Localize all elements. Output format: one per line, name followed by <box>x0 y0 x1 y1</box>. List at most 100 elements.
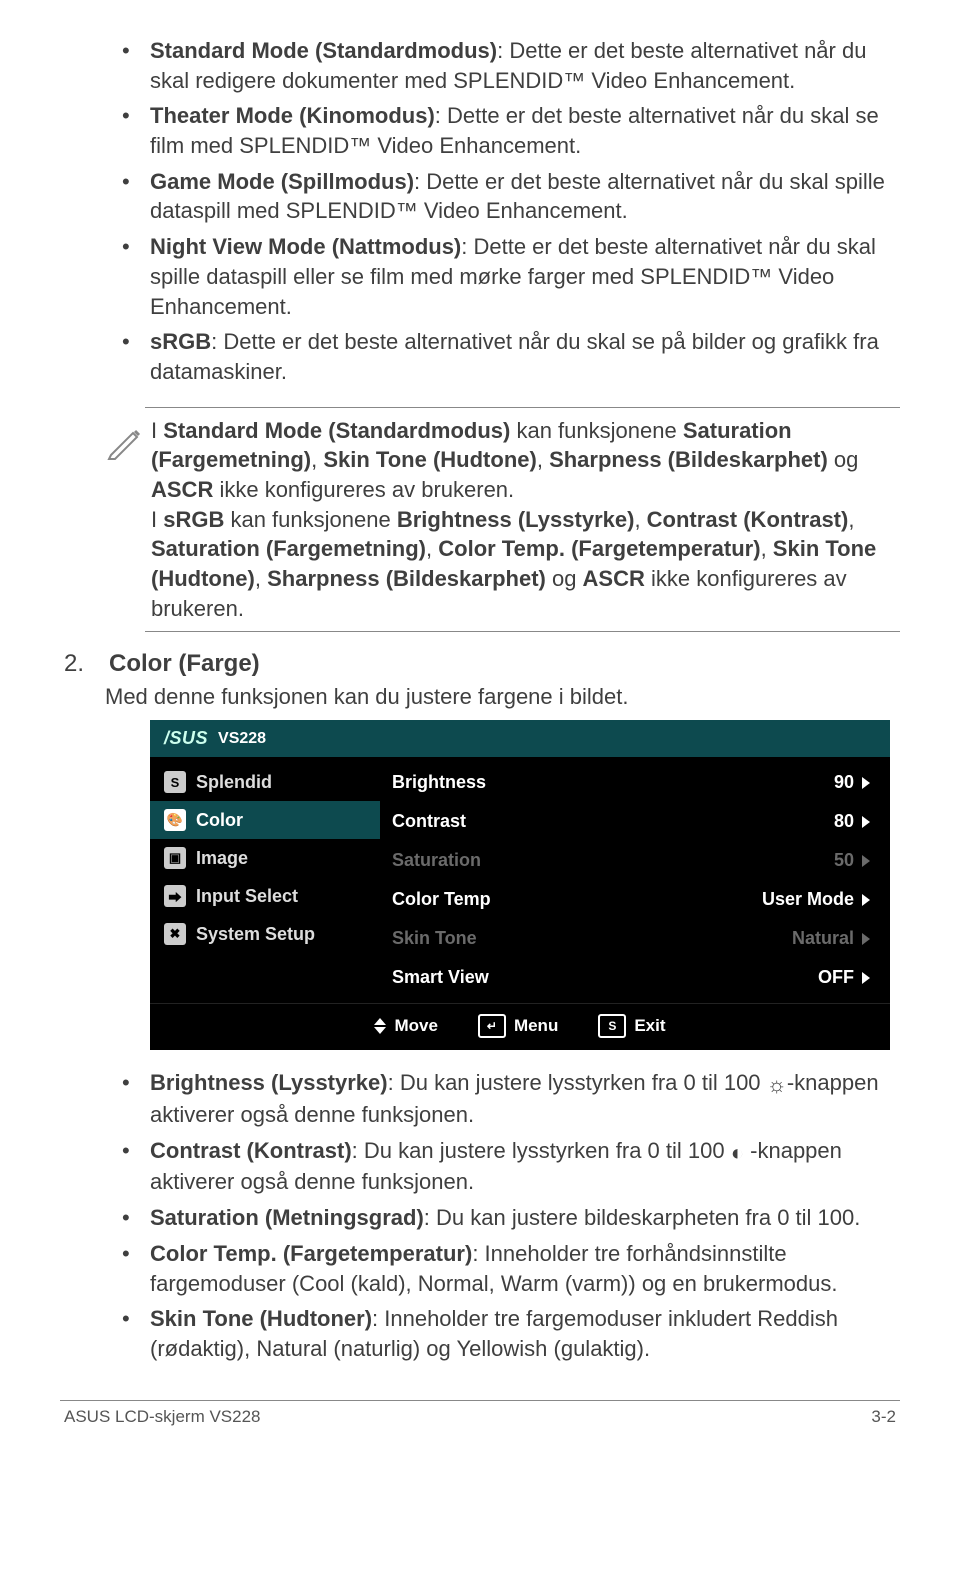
t: ASCR <box>583 566 645 591</box>
mode-game-title: Game Mode (Spillmodus) <box>150 169 414 194</box>
mode-standard-title: Standard Mode (Standardmodus) <box>150 38 497 63</box>
exit-key-icon: S <box>598 1014 626 1038</box>
param-contrast-title: Contrast (Kontrast) <box>150 1138 352 1163</box>
menu-image[interactable]: ▣Image <box>150 839 380 877</box>
sun-icon: ☼ <box>767 1072 787 1097</box>
pen-icon <box>105 421 145 466</box>
t: , <box>761 536 773 561</box>
asus-logo: /SUS <box>164 728 208 749</box>
t: og <box>546 566 583 591</box>
menu-color-label: Color <box>196 810 243 831</box>
section-2-title: Color (Farge) <box>109 650 260 678</box>
mode-game: Game Mode (Spillmodus): Dette er det bes… <box>150 167 900 226</box>
menu-input-label: Input Select <box>196 886 298 907</box>
t: , <box>848 507 854 532</box>
t: Sharpness (Bildeskarphet) <box>549 447 828 472</box>
menu-color[interactable]: 🎨 Color <box>150 801 380 839</box>
chevron-right-icon <box>862 816 870 828</box>
palette-icon: 🎨 <box>164 809 186 831</box>
menu-system-setup[interactable]: ✖System Setup <box>150 915 380 953</box>
note-box: I Standard Mode (Standardmodus) kan funk… <box>145 407 900 633</box>
t: Color Temp. (Fargetemperatur) <box>438 536 760 561</box>
mode-theater: Theater Mode (Kinomodus): Dette er det b… <box>150 101 900 160</box>
mode-srgb-text: : Dette er det beste alternativet når du… <box>150 329 879 384</box>
osd-menu: SSplendid 🎨 Color ▣Image ⮕ Input Select ✖S… <box>150 757 380 1003</box>
t: I <box>151 418 163 443</box>
chevron-right-icon <box>862 933 870 945</box>
row-contrast-label: Contrast <box>392 811 466 832</box>
mode-srgb-title: sRGB <box>150 329 211 354</box>
row-smartview-label: Smart View <box>392 967 489 988</box>
input-icon: ⮕ <box>164 885 186 907</box>
row-colortemp-label: Color Temp <box>392 889 491 910</box>
t: ASCR <box>151 477 213 502</box>
footer-menu-label: Menu <box>514 1016 558 1036</box>
footer-exit[interactable]: S Exit <box>598 1014 665 1038</box>
row-skintone-label: Skin Tone <box>392 928 477 949</box>
footer-menu[interactable]: ↵ Menu <box>478 1014 558 1038</box>
row-saturation: Saturation 50 <box>390 841 872 880</box>
row-smart-view[interactable]: Smart ViewOFF <box>390 958 872 997</box>
t: Standard Mode (Standardmodus) <box>163 418 510 443</box>
mode-night: Night View Mode (Nattmodus): Dette er de… <box>150 232 900 321</box>
footer-exit-label: Exit <box>634 1016 665 1036</box>
param-contrast-text1: : Du kan justere lysstyrken fra 0 til 10… <box>352 1138 731 1163</box>
menu-splendid-label: Splendid <box>196 772 272 793</box>
t: ikke konfigureres av brukeren. <box>213 477 514 502</box>
page: Standard Mode (Standardmodus) : Dette er … <box>0 0 960 1451</box>
t: I <box>151 507 163 532</box>
menu-icon: ↵ <box>478 1014 506 1038</box>
param-brightness-text1: : Du kan justere lysstyrken fra 0 til 10… <box>388 1070 767 1095</box>
row-saturation-value: 50 <box>834 850 854 871</box>
row-colortemp-value: User Mode <box>762 889 854 910</box>
updown-icon <box>374 1018 386 1034</box>
t: , <box>426 536 438 561</box>
t: Sharpness (Bildeskarphet) <box>267 566 546 591</box>
osd-panel: /SUS VS228 SSplendid 🎨Color ▣Image ⮕Inpu… <box>150 720 890 1050</box>
row-contrast[interactable]: Contrast 80 <box>390 802 872 841</box>
osd-model: VS228 <box>218 730 266 748</box>
section-2-heading: 2. Color (Farge) <box>60 650 900 678</box>
row-brightness-value: 90 <box>834 772 854 793</box>
footer-move-label: Move <box>394 1016 437 1036</box>
param-saturation: Saturation (Metningsgrad): Du kan juster… <box>150 1203 900 1233</box>
param-list: Brightness (Lysstyrke): Du kan justere l… <box>60 1068 900 1363</box>
note-block: I Standard Mode (Standardmodus) kan funk… <box>105 407 900 633</box>
menu-input-select[interactable]: ⮕ Input Select <box>150 877 380 915</box>
footer-move[interactable]: Move <box>374 1014 437 1038</box>
page-footer: ASUS LCD-skjerm VS228 3-2 <box>60 1400 900 1441</box>
mode-night-title: Night View Mode (Nattmodus) <box>150 234 461 259</box>
t: , <box>255 566 267 591</box>
param-saturation-title: Saturation (Metningsgrad) <box>150 1205 424 1230</box>
t: , <box>634 507 646 532</box>
chevron-right-icon <box>862 972 870 984</box>
mode-list: Standard Mode (Standardmodus) : Dette er … <box>60 36 900 387</box>
row-brightness-label: Brightness <box>392 772 486 793</box>
row-brightness[interactable]: Brightness 90 <box>390 763 872 802</box>
footer-right: 3-2 <box>871 1407 896 1427</box>
t: , <box>311 447 323 472</box>
row-skin-tone: Skin Tone Natural <box>390 919 872 958</box>
osd-settings: Brightness 90 Contrast 80 Saturation 50 Col… <box>380 757 890 1003</box>
section-2-number: 2. <box>60 650 109 678</box>
menu-image-label: Image <box>196 848 248 869</box>
section-2-desc: Med denne funksjonen kan du justere farg… <box>105 684 900 710</box>
t: Saturation (Fargemetning) <box>151 536 426 561</box>
row-saturation-label: Saturation <box>392 850 481 871</box>
mode-srgb: sRGB: Dette er det beste alternativet nå… <box>150 327 900 386</box>
param-contrast: Contrast (Kontrast): Du kan justere lyss… <box>150 1136 900 1197</box>
t: kan funksjonene <box>510 418 682 443</box>
row-color-temp[interactable]: Color Temp User Mode <box>390 880 872 919</box>
t: Brightness (Lysstyrke) <box>397 507 635 532</box>
t: , <box>537 447 549 472</box>
row-skintone-value: Natural <box>792 928 854 949</box>
chevron-right-icon <box>862 855 870 867</box>
menu-splendid[interactable]: SSplendid <box>150 763 380 801</box>
param-skintone: Skin Tone (Hudtoner): Inneholder tre far… <box>150 1304 900 1363</box>
osd-body: SSplendid 🎨 Color ▣Image ⮕ Input Select ✖S… <box>150 757 890 1003</box>
chevron-right-icon <box>862 777 870 789</box>
osd-footer: Move ↵ Menu S Exit <box>150 1003 890 1050</box>
row-contrast-value: 80 <box>834 811 854 832</box>
mode-theater-title: Theater Mode (Kinomodus) <box>150 103 435 128</box>
t: og <box>828 447 859 472</box>
